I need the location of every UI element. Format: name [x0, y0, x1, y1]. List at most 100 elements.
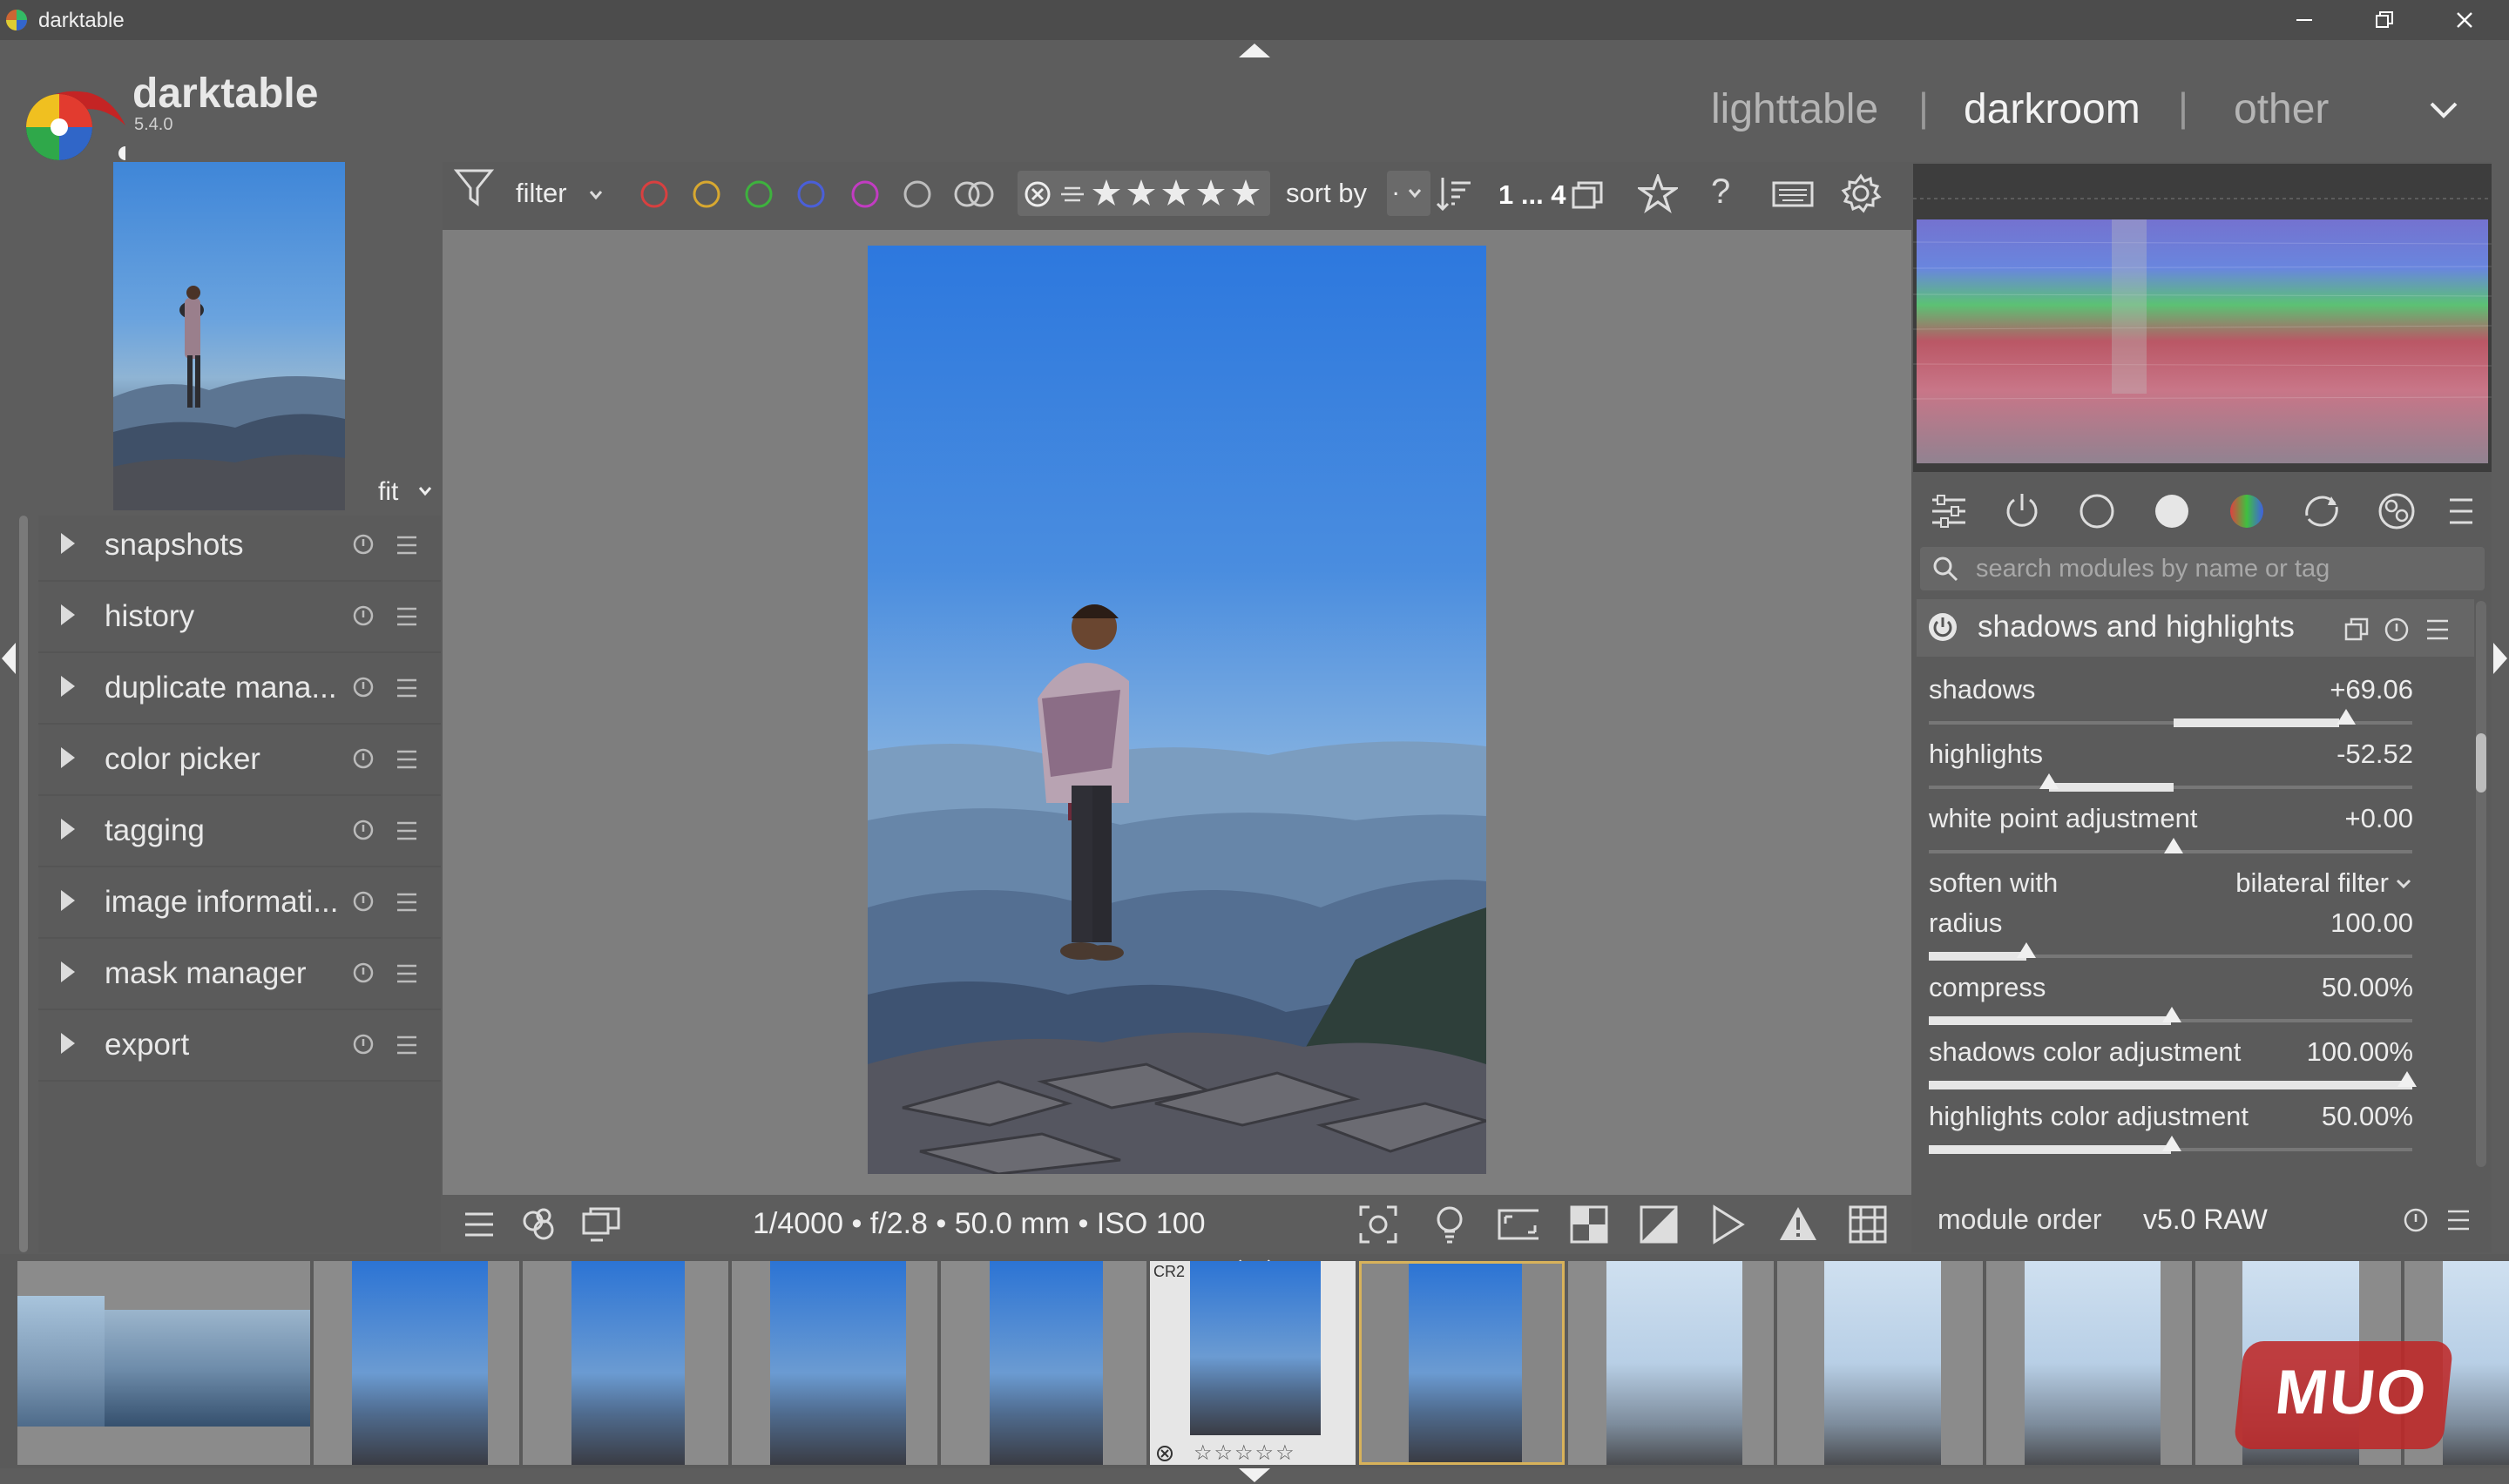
expand-arrow-icon[interactable] — [61, 1033, 75, 1054]
view-lighttable[interactable]: lighttable — [1711, 85, 1878, 133]
slider-radius[interactable]: radius 100.00 — [1927, 907, 2415, 968]
presets-menu-icon[interactable] — [396, 678, 418, 698]
chevron-down-icon[interactable] — [2429, 99, 2458, 120]
guides-icon[interactable] — [1708, 1204, 1749, 1245]
expand-arrow-icon[interactable] — [61, 890, 75, 911]
color-label-filter-red-icon[interactable] — [639, 179, 669, 209]
slider-marker-icon[interactable] — [2162, 1136, 2181, 1151]
softproof-icon[interactable] — [1638, 1204, 1680, 1245]
filter-label[interactable]: filter — [516, 178, 567, 209]
reset-icon[interactable] — [2403, 1207, 2429, 1233]
expand-arrow-icon[interactable] — [61, 604, 75, 625]
presets-menu-icon[interactable] — [396, 892, 418, 913]
right-panel-toggle-icon[interactable] — [2492, 641, 2509, 676]
color-label-filter-blue-icon[interactable] — [796, 179, 826, 209]
presets-menu-icon[interactable] — [396, 820, 418, 841]
slider-shadows[interactable]: shadows +69.06 — [1927, 674, 2415, 735]
minimize-button[interactable] — [2265, 0, 2343, 40]
module-order-value[interactable]: v5.0 RAW — [2143, 1204, 2268, 1236]
color-label-filter-yellow-icon[interactable] — [692, 179, 721, 209]
reset-icon[interactable] — [2384, 617, 2410, 643]
overexposed-icon[interactable] — [1568, 1204, 1610, 1245]
filmstrip-thumb-current[interactable]: CR2 ☆☆☆☆☆ — [1150, 1261, 1356, 1465]
presets-menu-icon[interactable] — [396, 606, 418, 627]
filmstrip-thumb[interactable] — [1777, 1261, 1983, 1465]
color-label-filter-combine-icon[interactable] — [953, 179, 995, 209]
module-groups-menu-icon[interactable] — [2448, 495, 2474, 528]
left-scrollbar[interactable] — [19, 516, 28, 1252]
histogram[interactable] — [1913, 164, 2492, 472]
slider-marker-icon[interactable] — [2039, 773, 2059, 789]
slider-shadows-color-adjustment[interactable]: shadows color adjustment 100.00% — [1927, 1036, 2417, 1097]
expand-arrow-icon[interactable] — [61, 676, 75, 697]
filmstrip-thumb[interactable] — [17, 1261, 310, 1465]
reset-icon[interactable] — [352, 533, 375, 556]
chevron-down-icon[interactable] — [589, 190, 603, 200]
module-row-duplicate-manager[interactable]: duplicate mana... — [38, 653, 441, 725]
presets-list-icon[interactable] — [458, 1204, 500, 1245]
effect-group-icon[interactable] — [2377, 491, 2417, 531]
filmstrip-thumb[interactable] — [523, 1261, 728, 1465]
star-overlay-icon[interactable] — [1638, 174, 1678, 214]
slider-marker-icon[interactable] — [2162, 1007, 2181, 1022]
zoom-label[interactable]: fit — [378, 477, 398, 507]
presets-menu-icon[interactable] — [2425, 618, 2450, 641]
sort-dropdown[interactable]: . — [1387, 171, 1430, 216]
module-row-image-information[interactable]: image informati... — [38, 867, 441, 939]
navigation-thumbnail[interactable] — [113, 162, 345, 510]
reject-icon[interactable] — [1023, 179, 1052, 209]
keyboard-shortcuts-icon[interactable] — [1772, 181, 1814, 207]
slider-highlights[interactable]: highlights -52.52 — [1927, 739, 2415, 799]
left-panel-toggle-icon[interactable] — [0, 641, 17, 676]
slider-marker-icon[interactable] — [2017, 942, 2036, 958]
reset-icon[interactable] — [352, 1033, 375, 1056]
top-panel-toggle-icon[interactable] — [1237, 42, 1272, 59]
raw-overexposed-icon[interactable] — [1497, 1204, 1539, 1245]
reset-icon[interactable] — [352, 890, 375, 913]
reset-icon[interactable] — [352, 604, 375, 627]
second-window-icon[interactable] — [580, 1204, 622, 1245]
tone-group-icon[interactable] — [2152, 491, 2192, 531]
soften-with-combobox[interactable]: soften with bilateral filter — [1927, 867, 2415, 906]
reset-icon[interactable] — [352, 747, 375, 770]
multi-instance-icon[interactable] — [2343, 617, 2370, 643]
quick-access-icon[interactable] — [1929, 491, 1969, 531]
color-label-filter-green-icon[interactable] — [744, 179, 774, 209]
filmstrip-thumb-selected[interactable] — [1359, 1261, 1565, 1465]
slider-marker-icon[interactable] — [2337, 709, 2356, 725]
sort-order-icon[interactable] — [1436, 174, 1474, 212]
reset-icon[interactable] — [352, 961, 375, 984]
presets-menu-icon[interactable] — [2446, 1209, 2471, 1231]
focus-peaking-icon[interactable] — [1357, 1204, 1399, 1245]
filter-icon[interactable] — [453, 165, 497, 209]
presets-menu-icon[interactable] — [396, 535, 418, 556]
presets-menu-icon[interactable] — [396, 1035, 418, 1056]
slider-marker-icon[interactable] — [2164, 838, 2183, 853]
expand-arrow-icon[interactable] — [61, 961, 75, 982]
slider-compress[interactable]: compress 50.00% — [1927, 972, 2415, 1033]
star-filter-icon[interactable] — [1091, 178, 1265, 209]
chevron-down-icon[interactable] — [418, 486, 432, 496]
color-group-icon[interactable] — [2227, 491, 2267, 531]
restore-button[interactable] — [2345, 0, 2424, 40]
reset-icon[interactable] — [352, 676, 375, 698]
active-modules-power-icon[interactable] — [2002, 491, 2042, 531]
right-scrollbar[interactable] — [2476, 601, 2486, 1167]
module-header[interactable]: shadows and highlights — [1917, 599, 2474, 657]
filmstrip-thumb[interactable] — [941, 1261, 1146, 1465]
module-row-history[interactable]: history — [38, 582, 441, 653]
filmstrip-bottom-toggle-icon[interactable] — [1237, 1467, 1272, 1484]
view-darkroom[interactable]: darkroom — [1964, 85, 2140, 133]
presets-menu-icon[interactable] — [396, 963, 418, 984]
main-image[interactable] — [868, 246, 1486, 1174]
filmstrip-thumb[interactable] — [1986, 1261, 2192, 1465]
base-group-circle-icon[interactable] — [2077, 491, 2117, 531]
iso12646-bulb-icon[interactable] — [1429, 1204, 1471, 1245]
expand-arrow-icon[interactable] — [61, 533, 75, 554]
module-search-field[interactable]: search modules by name or tag — [1920, 547, 2485, 590]
slider-white-point[interactable]: white point adjustment +0.00 — [1927, 803, 2415, 864]
module-row-color-picker[interactable]: color picker — [38, 725, 441, 796]
module-row-snapshots[interactable]: snapshots — [38, 510, 441, 582]
color-label-filter-gray-icon[interactable] — [903, 179, 932, 209]
thumb-stars-icon[interactable]: ☆☆☆☆☆ — [1194, 1440, 1296, 1465]
